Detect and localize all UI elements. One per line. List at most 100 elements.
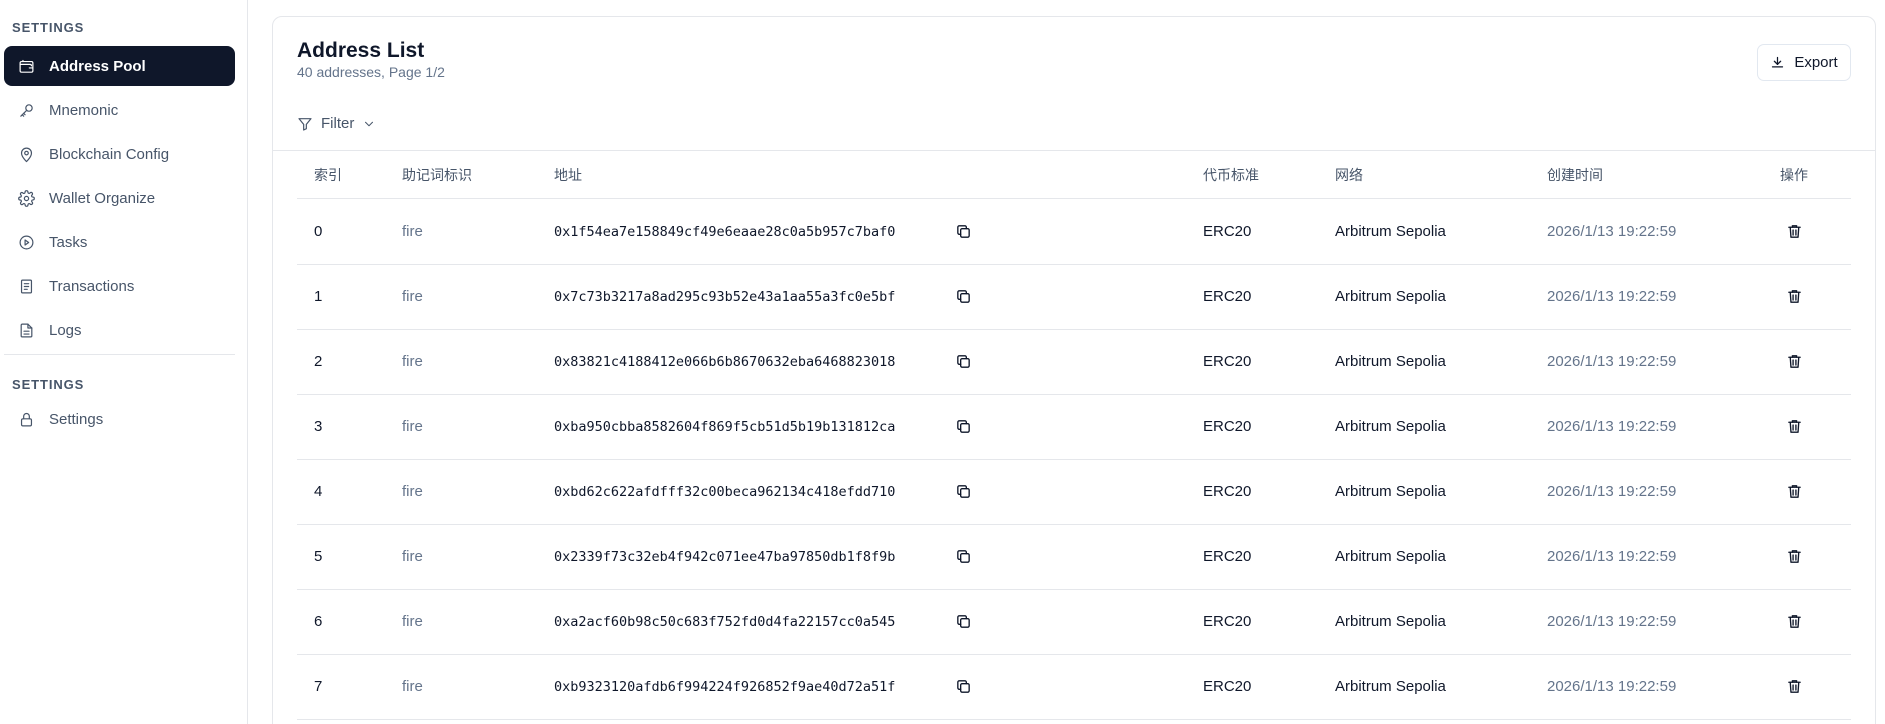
chevron-down-icon [365,121,374,126]
cell-index: 1 [314,288,323,305]
export-button-label: Export [1794,54,1838,71]
filter-icon [298,117,312,131]
sidebar-item-logs[interactable]: Logs [4,310,235,350]
cell-mnemonic: fire [402,223,423,240]
address-list-card: Address List 40 addresses, Page 1/2 Expo… [272,16,1876,724]
lock-icon [17,410,35,428]
cell-network: Arbitrum Sepolia [1335,353,1446,370]
cell-address: 0xb9323120afdb6f994224f926852f9ae40d72a5… [554,679,896,695]
gear-icon [17,189,35,207]
copy-icon[interactable] [955,223,973,241]
copy-icon[interactable] [955,613,973,631]
cell-index: 0 [314,223,323,240]
cell-created: 2026/1/13 19:22:59 [1547,613,1677,630]
cell-network: Arbitrum Sepolia [1335,483,1446,500]
sidebar-item-label: Tasks [49,233,88,251]
file-text-icon [17,321,35,339]
cell-created: 2026/1/13 19:22:59 [1547,288,1677,305]
cell-created: 2026/1/13 19:22:59 [1547,548,1677,565]
copy-icon[interactable] [955,288,973,306]
sidebar-item-label: Logs [49,321,82,339]
cell-mnemonic: fire [402,613,423,630]
sidebar-section-label: SETTINGS [12,377,85,392]
copy-icon[interactable] [955,418,973,436]
table-row: 3 fire 0xba950cbba8582604f869f5cb51d5b19b1… [297,395,1851,460]
cell-mnemonic: fire [402,678,423,695]
copy-icon[interactable] [955,678,973,696]
column-header-standard[interactable]: 代币标准 [1203,151,1259,199]
map-pin-icon [17,145,35,163]
sidebar-item-label: Mnemonic [49,101,119,119]
column-header-network[interactable]: 网络 [1335,151,1363,199]
column-header-actions: 操作 [1780,167,1808,183]
trash-icon[interactable] [1786,418,1804,436]
download-icon [1772,56,1784,68]
cell-standard: ERC20 [1203,548,1252,565]
sidebar-divider [4,354,235,355]
receipt-icon [17,277,35,295]
sidebar-item-blockchain-config[interactable]: Blockchain Config [4,134,235,174]
table-row: 1 fire 0x7c73b3217a8ad295c93b52e43a1aa55a3… [297,265,1851,330]
sidebar-item-settings[interactable]: Settings [4,399,235,439]
column-header-index[interactable]: 索引 [314,151,342,199]
trash-icon[interactable] [1786,223,1804,241]
sidebar-item-label: Address Pool [49,57,146,75]
cell-network: Arbitrum Sepolia [1335,288,1446,305]
copy-icon[interactable] [955,483,973,501]
cell-mnemonic: fire [402,548,423,565]
page-title: Address List [297,39,425,62]
cell-network: Arbitrum Sepolia [1335,418,1446,435]
table-row: 7 fire 0xb9323120afdb6f994224f926852f9ae40… [297,655,1851,720]
cell-mnemonic: fire [402,353,423,370]
sidebar-item-mnemonic[interactable]: Mnemonic [4,90,235,130]
cell-mnemonic: fire [402,418,423,435]
sidebar-item-transactions[interactable]: Transactions [4,266,235,306]
cell-index: 3 [314,418,323,435]
cell-address: 0x2339f73c32eb4f942c071ee47ba97850db1f8f… [554,549,896,565]
wallet-icon [17,57,35,75]
table-row: 6 fire 0xa2acf60b98c50c683f752fd0d4fa22157… [297,590,1851,655]
cell-standard: ERC20 [1203,288,1252,305]
cell-index: 2 [314,353,323,370]
sidebar-item-label: Settings [49,410,104,428]
table-row: 5 fire 0x2339f73c32eb4f942c071ee47ba97850d… [297,525,1851,590]
cell-mnemonic: fire [402,483,423,500]
column-header-address[interactable]: 地址 [554,151,582,199]
sidebar-item-label: Transactions [49,277,135,295]
cell-address: 0x7c73b3217a8ad295c93b52e43a1aa55a3fc0e5… [554,289,896,305]
trash-icon[interactable] [1786,288,1804,306]
cell-standard: ERC20 [1203,678,1252,695]
cell-standard: ERC20 [1203,223,1252,240]
trash-icon[interactable] [1786,678,1804,696]
table-header: 索引 助记词标识 地址 代币标准 网络 创建时间 操作 [297,151,1851,199]
trash-icon[interactable] [1786,353,1804,371]
sidebar-item-address-pool[interactable]: Address Pool [4,46,235,86]
sidebar-item-wallet-organize[interactable]: Wallet Organize [4,178,235,218]
table-row: 4 fire 0xbd62c622afdfff32c00beca962134c418… [297,460,1851,525]
cell-network: Arbitrum Sepolia [1335,678,1446,695]
cell-created: 2026/1/13 19:22:59 [1547,353,1677,370]
copy-icon[interactable] [955,353,973,371]
cell-index: 7 [314,678,323,695]
play-circle-icon [17,233,35,251]
cell-network: Arbitrum Sepolia [1335,613,1446,630]
cell-created: 2026/1/13 19:22:59 [1547,418,1677,435]
cell-standard: ERC20 [1203,418,1252,435]
sidebar-item-tasks[interactable]: Tasks [4,222,235,262]
trash-icon[interactable] [1786,483,1804,501]
cell-network: Arbitrum Sepolia [1335,548,1446,565]
export-button[interactable]: Export [1757,44,1851,81]
sidebar: SETTINGS Address Pool Mnemonic Blockchai… [0,0,248,724]
copy-icon[interactable] [955,548,973,566]
cell-standard: ERC20 [1203,613,1252,630]
filter-dropdown[interactable]: Filter [297,115,376,132]
column-header-mnemonic[interactable]: 助记词标识 [402,151,472,199]
cell-address: 0xbd62c622afdfff32c00beca962134c418efdd7… [554,484,896,500]
trash-icon[interactable] [1786,548,1804,566]
trash-icon[interactable] [1786,613,1804,631]
table-row: 2 fire 0x83821c4188412e066b6b8670632eba646… [297,330,1851,395]
column-header-created[interactable]: 创建时间 [1547,151,1603,199]
cell-created: 2026/1/13 19:22:59 [1547,223,1677,240]
filter-label: Filter [321,115,355,132]
cell-address: 0xba950cbba8582604f869f5cb51d5b19b131812… [554,419,896,435]
